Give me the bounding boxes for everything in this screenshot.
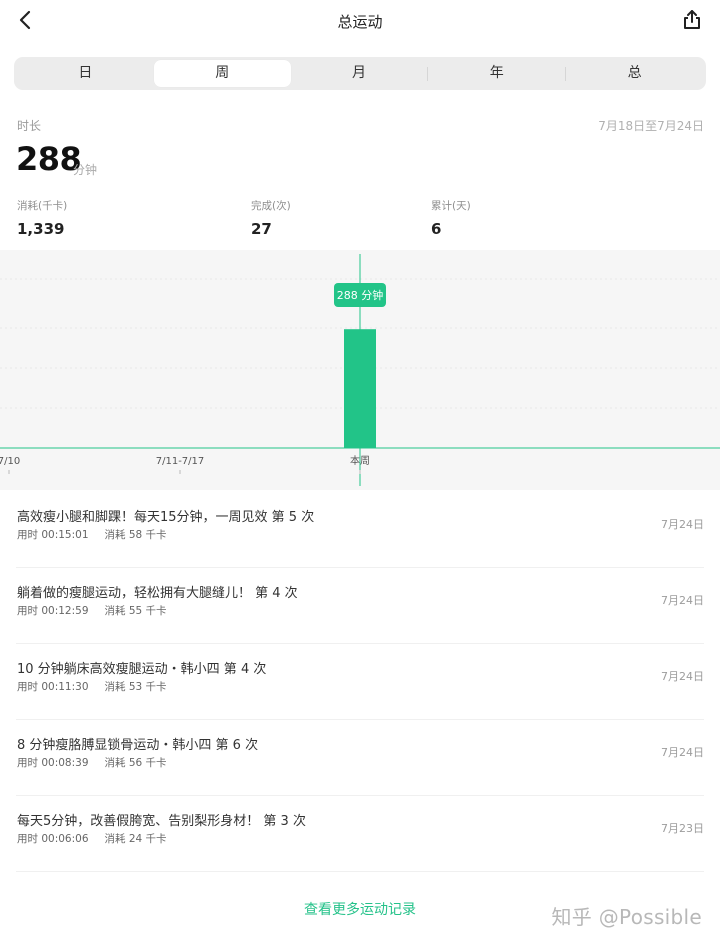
record-time: 用时 00:06:06 xyxy=(17,833,89,845)
weekly-duration-chart[interactable]: 7/10 7/11-7/17 本周 288 分钟 xyxy=(0,250,720,490)
x-tick-label: 7/11-7/17 xyxy=(156,456,205,467)
record-kcal: 消耗 53 千卡 xyxy=(104,681,167,693)
record-title: 10 分钟躺床高效瘦腿运动・韩小四 第 4 次 xyxy=(17,662,267,677)
tab-day[interactable]: 日 xyxy=(17,60,154,87)
record-title: 每天5分钟，改善假胯宽、告别梨形身材！ 第 3 次 xyxy=(17,814,306,829)
stat-days: 累计(天) 6 xyxy=(431,198,471,238)
record-kcal: 消耗 24 千卡 xyxy=(104,833,167,845)
duration-unit: 分钟 xyxy=(73,163,98,177)
record-time: 用时 00:15:01 xyxy=(17,529,89,541)
record-date: 7月23日 xyxy=(661,822,704,835)
stat-calories: 消耗(千卡) 1,339 xyxy=(17,198,67,238)
record-item[interactable]: 8 分钟瘦胳膊显锁骨运动・韩小四 第 6 次 用时 00:08:39 消耗 56 … xyxy=(16,720,704,796)
record-item[interactable]: 10 分钟躺床高效瘦腿运动・韩小四 第 4 次 用时 00:11:30 消耗 53… xyxy=(16,644,704,720)
tab-year[interactable]: 年 xyxy=(428,60,565,87)
stat-value: 1,339 xyxy=(17,220,65,238)
record-title: 8 分钟瘦胳膊显锁骨运动・韩小四 第 6 次 xyxy=(17,738,259,753)
record-title: 躺着做的瘦腿运动，轻松拥有大腿缝儿！ 第 4 次 xyxy=(17,586,298,601)
record-time: 用时 00:11:30 xyxy=(17,681,89,693)
record-date: 7月24日 xyxy=(661,518,704,531)
page-title: 总运动 xyxy=(337,13,383,31)
record-meta: 用时 00:08:39 消耗 56 千卡 xyxy=(17,755,183,770)
record-title: 高效瘦小腿和脚踝！每天15分钟，一周见效 第 5 次 xyxy=(17,510,315,525)
duration-label: 时长 xyxy=(17,119,42,133)
stat-value: 6 xyxy=(431,220,442,238)
record-kcal: 消耗 55 千卡 xyxy=(104,605,167,617)
tab-week[interactable]: 周 xyxy=(153,60,291,87)
record-meta: 用时 00:12:59 消耗 55 千卡 xyxy=(17,603,183,618)
record-time: 用时 00:08:39 xyxy=(17,757,89,769)
date-range: 7月18日至7月24日 xyxy=(598,119,704,133)
record-date: 7月24日 xyxy=(661,746,704,759)
record-meta: 用时 00:11:30 消耗 53 千卡 xyxy=(17,679,183,694)
record-date: 7月24日 xyxy=(661,670,704,683)
duration-value: 288 xyxy=(16,140,82,178)
record-kcal: 消耗 58 千卡 xyxy=(104,529,167,541)
stat-completed: 完成(次) 27 xyxy=(251,198,291,238)
stat-label: 累计(天) xyxy=(431,200,471,212)
record-item[interactable]: 每天5分钟，改善假胯宽、告别梨形身材！ 第 3 次 用时 00:06:06 消耗 … xyxy=(16,796,704,872)
stat-value: 27 xyxy=(251,220,272,238)
record-meta: 用时 00:15:01 消耗 58 千卡 xyxy=(17,527,183,542)
tab-month[interactable]: 月 xyxy=(291,60,428,87)
record-item[interactable]: 躺着做的瘦腿运动，轻松拥有大腿缝儿！ 第 4 次 用时 00:12:59 消耗 5… xyxy=(16,568,704,644)
x-tick-label: 7/10 xyxy=(0,456,20,467)
stat-label: 消耗(千卡) xyxy=(17,200,68,212)
record-date: 7月24日 xyxy=(661,594,704,607)
tooltip-label: 288 分钟 xyxy=(337,288,384,302)
x-tick-label: 本周 xyxy=(350,454,370,467)
tab-total[interactable]: 总 xyxy=(566,60,703,87)
nav-bar: 总运动 xyxy=(0,0,720,44)
record-time: 用时 00:12:59 xyxy=(17,605,89,617)
share-icon[interactable] xyxy=(680,8,704,32)
record-kcal: 消耗 56 千卡 xyxy=(104,757,167,769)
stat-label: 完成(次) xyxy=(251,200,291,212)
record-meta: 用时 00:06:06 消耗 24 千卡 xyxy=(17,831,183,846)
watermark: 知乎 @Possible xyxy=(551,905,702,929)
period-tabs: 日 周 月 年 总 xyxy=(14,57,706,90)
record-item[interactable]: 高效瘦小腿和脚踝！每天15分钟，一周见效 第 5 次 用时 00:15:01 消耗… xyxy=(16,492,704,568)
chart-bar[interactable] xyxy=(344,329,376,448)
